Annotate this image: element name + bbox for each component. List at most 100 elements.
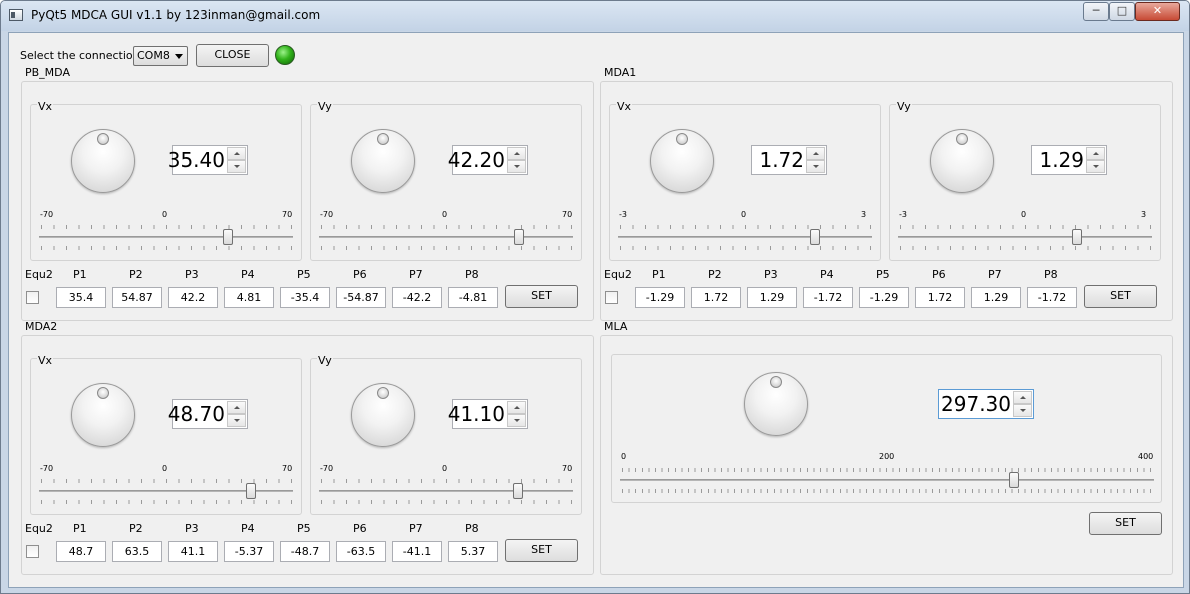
param-field[interactable]: 63.5 <box>112 541 162 562</box>
param-field[interactable]: 48.7 <box>56 541 106 562</box>
param-field[interactable]: 1.72 <box>691 287 741 308</box>
slider-handle[interactable] <box>513 483 523 499</box>
minimize-button[interactable]: ─ <box>1083 2 1109 21</box>
param-field[interactable]: -1.72 <box>1027 287 1077 308</box>
spin-up-button[interactable] <box>227 147 246 160</box>
knob-indicator <box>956 133 968 145</box>
equ2-checkbox[interactable] <box>26 545 39 558</box>
param-field[interactable]: -63.5 <box>336 541 386 562</box>
param-label: P5 <box>297 268 311 281</box>
param-field[interactable]: -42.2 <box>392 287 442 308</box>
set-button[interactable]: SET <box>505 285 578 308</box>
spin-down-button[interactable] <box>227 160 246 173</box>
param-label: P3 <box>185 268 199 281</box>
close-window-button[interactable]: ✕ <box>1135 2 1180 21</box>
param-field[interactable]: 42.2 <box>168 287 218 308</box>
set-button[interactable]: SET <box>1084 285 1157 308</box>
slider-ticks-bottom <box>900 246 1152 250</box>
spin-down-button[interactable] <box>806 160 825 173</box>
slider-handle[interactable] <box>1072 229 1082 245</box>
param-field[interactable]: -35.4 <box>280 287 330 308</box>
param-label: P1 <box>73 268 87 281</box>
axis-panel-vx: Vx 35.40 -70 0 70 <box>30 100 302 261</box>
port-select[interactable]: COM8 <box>133 46 188 66</box>
spin-up-button[interactable] <box>1013 391 1032 404</box>
value-spinbox[interactable]: 1.72 <box>751 145 827 175</box>
equ2-label: Equ2 <box>25 522 53 535</box>
rotary-knob[interactable] <box>71 383 135 447</box>
param-field[interactable]: -1.72 <box>803 287 853 308</box>
slider-track <box>319 490 573 492</box>
spin-down-button[interactable] <box>507 160 526 173</box>
slider-handle[interactable] <box>223 229 233 245</box>
param-label: P7 <box>409 268 423 281</box>
slider-track <box>898 236 1152 238</box>
spin-up-button[interactable] <box>1086 147 1105 160</box>
client-area: Select the connection: COM8 CLOSE PB_MDA… <box>8 32 1184 588</box>
spin-up-button[interactable] <box>507 401 526 414</box>
param-field[interactable]: -48.7 <box>280 541 330 562</box>
param-field[interactable]: 54.87 <box>112 287 162 308</box>
spin-up-button[interactable] <box>806 147 825 160</box>
maximize-button[interactable]: □ <box>1109 2 1135 21</box>
group-mda2: MDA2 Vx 48.70 -70 0 70 Vy 41.10 -70 0 70 Equ2 P1 48.… <box>21 320 594 575</box>
rotary-knob[interactable] <box>744 372 808 436</box>
tick-label-min: -70 <box>40 464 54 473</box>
value-spinbox[interactable]: 42.20 <box>448 145 528 175</box>
axis-panel-vx: Vx 1.72 -3 0 3 <box>609 100 881 261</box>
param-field[interactable]: 35.4 <box>56 287 106 308</box>
tick-label-min: -70 <box>320 464 334 473</box>
param-label: P3 <box>764 268 778 281</box>
param-field[interactable]: 4.81 <box>224 287 274 308</box>
param-label: P7 <box>409 522 423 535</box>
param-field[interactable]: -1.29 <box>635 287 685 308</box>
spinbox-value: 42.20 <box>447 148 505 172</box>
rotary-knob[interactable] <box>930 129 994 193</box>
spin-down-button[interactable] <box>507 414 526 427</box>
rotary-knob[interactable] <box>650 129 714 193</box>
slider-handle[interactable] <box>514 229 524 245</box>
param-field[interactable]: -5.37 <box>224 541 274 562</box>
param-field[interactable]: 1.29 <box>971 287 1021 308</box>
spin-down-button[interactable] <box>1086 160 1105 173</box>
param-field[interactable]: -54.87 <box>336 287 386 308</box>
spin-up-button[interactable] <box>507 147 526 160</box>
tick-label-mid: 0 <box>741 210 747 219</box>
param-field[interactable]: 1.72 <box>915 287 965 308</box>
rotary-knob[interactable] <box>351 383 415 447</box>
param-label: P4 <box>820 268 834 281</box>
param-label: P6 <box>932 268 946 281</box>
spin-up-button[interactable] <box>227 401 246 414</box>
tick-label-max: 3 <box>1141 210 1147 219</box>
tick-label-mid: 200 <box>879 452 895 461</box>
rotary-knob[interactable] <box>71 129 135 193</box>
value-spinbox[interactable]: 41.10 <box>448 399 528 429</box>
value-spinbox[interactable]: 297.30 <box>938 389 1034 419</box>
param-field[interactable]: 1.29 <box>747 287 797 308</box>
param-field[interactable]: 5.37 <box>448 541 498 562</box>
tick-label-max: 3 <box>861 210 867 219</box>
param-label: P2 <box>708 268 722 281</box>
tick-label-mid: 0 <box>442 464 448 473</box>
param-field[interactable]: -4.81 <box>448 287 498 308</box>
set-button[interactable]: SET <box>1089 512 1162 535</box>
equ2-checkbox[interactable] <box>605 291 618 304</box>
slider-handle[interactable] <box>810 229 820 245</box>
spinbox-value: 297.30 <box>941 392 1011 416</box>
slider-ticks-top <box>41 225 293 229</box>
param-field[interactable]: -41.1 <box>392 541 442 562</box>
rotary-knob[interactable] <box>351 129 415 193</box>
equ2-checkbox[interactable] <box>26 291 39 304</box>
value-spinbox[interactable]: 48.70 <box>168 399 248 429</box>
slider-handle[interactable] <box>246 483 256 499</box>
param-field[interactable]: 41.1 <box>168 541 218 562</box>
value-spinbox[interactable]: 1.29 <box>1031 145 1107 175</box>
close-connection-button[interactable]: CLOSE <box>196 44 269 67</box>
spin-down-button[interactable] <box>1013 404 1032 417</box>
set-button[interactable]: SET <box>505 539 578 562</box>
slider-handle[interactable] <box>1009 472 1019 488</box>
param-field[interactable]: -1.29 <box>859 287 909 308</box>
spin-down-button[interactable] <box>227 414 246 427</box>
param-label: P4 <box>241 268 255 281</box>
value-spinbox[interactable]: 35.40 <box>168 145 248 175</box>
